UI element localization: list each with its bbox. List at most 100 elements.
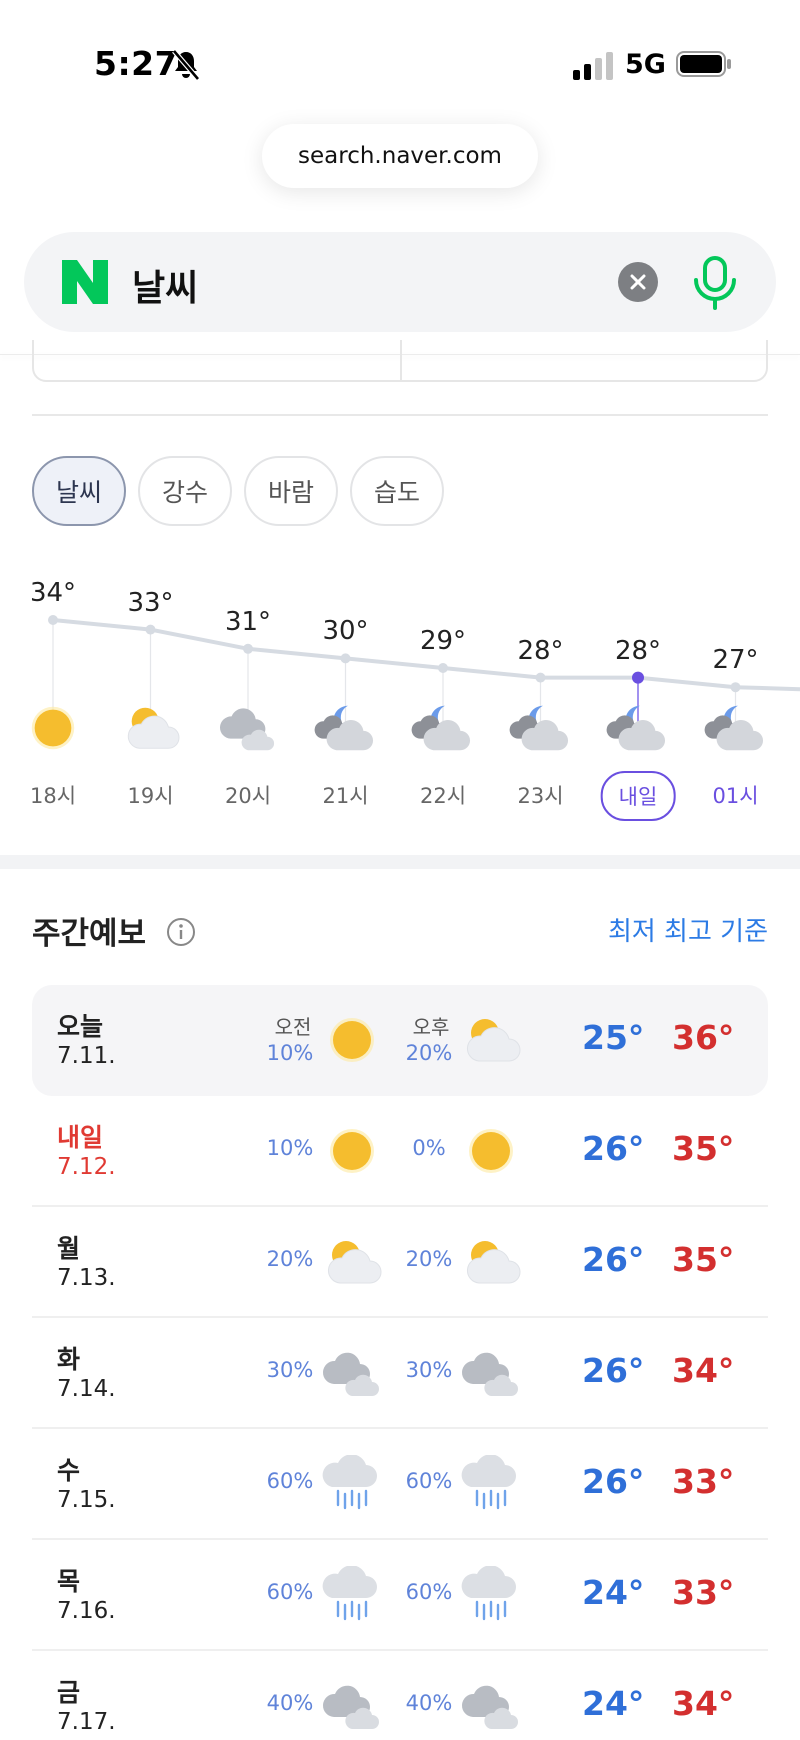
hour-label: 22시: [419, 784, 467, 808]
am-precipitation: 60%: [266, 1469, 314, 1493]
hour-temperature: 33°: [127, 587, 174, 618]
temperature-point: [438, 663, 448, 673]
pm-precipitation: 20%: [405, 1247, 453, 1271]
pm-precipitation: 0%: [412, 1136, 446, 1160]
day-name: 수: [57, 1456, 81, 1485]
week-day-row[interactable]: 금 7.17. 40% 40% 24° 34°: [32, 1651, 768, 1740]
temperature-point: [632, 671, 644, 684]
hour-temperature: 34°: [29, 578, 77, 608]
hour-weather: [313, 700, 379, 756]
low-temperature: 26°: [582, 1351, 645, 1390]
night-cloudy-icon: [606, 705, 666, 751]
low-temperature: 26°: [582, 1129, 645, 1168]
am-weather: [320, 1677, 384, 1735]
pm-precipitation: 30%: [405, 1358, 453, 1382]
day-date: 7.14.: [57, 1376, 116, 1402]
temperature-point: [145, 624, 156, 635]
night-cloudy-icon: [411, 705, 471, 751]
tab-weather[interactable]: 날씨: [32, 456, 126, 526]
am-precipitation: 40%: [266, 1691, 314, 1715]
hour-weather: [215, 700, 281, 756]
week-day-row[interactable]: 내일 7.12. 10% 0% 26° 35°: [32, 1096, 768, 1207]
week-day-row[interactable]: 오늘 7.11. 오전 오후 10% 20% 25° 36°: [32, 985, 768, 1096]
hour-weather: [703, 700, 769, 756]
search-bar[interactable]: 날씨: [24, 232, 776, 332]
day-date: 7.11.: [57, 1043, 116, 1069]
partly-cloudy-icon: [328, 1241, 382, 1284]
weekly-forecast-title: 주간예보: [32, 916, 147, 952]
day-name: 월: [57, 1234, 81, 1263]
low-temperature: 24°: [582, 1573, 645, 1612]
partly-cloudy-icon: [467, 1241, 521, 1284]
week-day-row[interactable]: 목 7.16. 60% 60% 24° 33°: [32, 1540, 768, 1651]
cloudy-icon: [322, 1352, 379, 1396]
hour-temperature: 29°: [419, 626, 467, 656]
search-query[interactable]: 날씨: [132, 259, 198, 311]
tab-humidity[interactable]: 습도: [350, 456, 444, 526]
hour-weather: [508, 700, 574, 756]
am-precipitation: 60%: [266, 1580, 314, 1604]
url-bar[interactable]: search.naver.com: [262, 124, 538, 188]
temperature-point: [535, 672, 546, 683]
naver-logo-icon: [62, 260, 108, 304]
week-day-row[interactable]: 화 7.14. 30% 30% 26° 34°: [32, 1318, 768, 1429]
pm-weather: [459, 1122, 523, 1180]
pm-weather: [459, 1344, 523, 1402]
hour-label: 23시: [517, 784, 564, 808]
day-name: 금: [57, 1678, 81, 1707]
rain-icon: [461, 1565, 516, 1621]
clear-search-button[interactable]: [618, 262, 658, 302]
hour-label: 19시: [127, 784, 174, 808]
pm-weather: [459, 1011, 523, 1069]
day-name: 내일: [57, 1123, 104, 1152]
hour-label: 18시: [29, 784, 77, 808]
am-precipitation: 30%: [266, 1358, 314, 1382]
microphone-icon[interactable]: [690, 256, 740, 310]
rain-icon: [322, 1565, 377, 1621]
day-name: 목: [57, 1567, 81, 1596]
tomorrow-marker: 내일: [600, 771, 676, 821]
signal-icon: [573, 52, 613, 80]
high-temperature: 33°: [672, 1573, 735, 1612]
hour-temperature: 28°: [614, 635, 662, 666]
hour-label: 20시: [224, 784, 272, 808]
tab-wind[interactable]: 바람: [244, 456, 338, 526]
week-day-row[interactable]: 월 7.13. 20% 20% 26° 35°: [32, 1207, 768, 1318]
sun-icon: [469, 1129, 513, 1173]
weekly-forecast-list: 오늘 7.11. 오전 오후 10% 20% 25° 36° 내일 7.12. 10% 0% 26° 35…: [32, 985, 768, 1740]
pm-precipitation: 40%: [405, 1691, 453, 1715]
am-weather: [320, 1344, 384, 1402]
section-separator: [0, 855, 800, 869]
am-weather: [320, 1454, 384, 1513]
cloudy-icon: [322, 1685, 379, 1729]
temperature-point: [730, 682, 741, 693]
hour-temperature: 30°: [322, 616, 369, 647]
hour-weather: [20, 700, 86, 756]
hourly-forecast[interactable]: 34° 18시 33° 19시 31° 20시 30° 21시 29° 22시 28° 23시 28° 내…: [0, 560, 800, 830]
high-temperature: 33°: [672, 1462, 735, 1501]
battery-icon: [676, 51, 731, 77]
hour-temperature: 28°: [517, 635, 564, 666]
pm-precipitation: 60%: [405, 1580, 453, 1604]
cloudy-icon: [461, 1352, 518, 1396]
temperature-point: [243, 643, 253, 654]
close-icon: [630, 274, 646, 290]
high-temperature: 34°: [672, 1351, 735, 1390]
high-temperature: 35°: [672, 1129, 735, 1168]
week-day-row[interactable]: 수 7.15. 60% 60% 26° 33°: [32, 1429, 768, 1540]
tab-precipitation[interactable]: 강수: [138, 456, 232, 526]
info-icon[interactable]: [166, 917, 196, 947]
hour-label: 01시: [712, 784, 759, 808]
low-high-basis-link[interactable]: 최저 최고 기준: [608, 911, 768, 948]
pm-weather: [459, 1454, 523, 1513]
am-precipitation: 10%: [266, 1136, 314, 1160]
high-temperature: 36°: [672, 1018, 735, 1057]
partly-cloudy-icon: [127, 707, 179, 749]
pm-weather: [459, 1565, 523, 1624]
hour-weather: [118, 700, 184, 756]
am-precipitation: 20%: [266, 1247, 314, 1271]
am-weather: [320, 1011, 384, 1069]
rain-icon: [461, 1454, 516, 1510]
hour-temperature: 31°: [224, 606, 272, 637]
day-date: 7.16.: [57, 1598, 116, 1624]
